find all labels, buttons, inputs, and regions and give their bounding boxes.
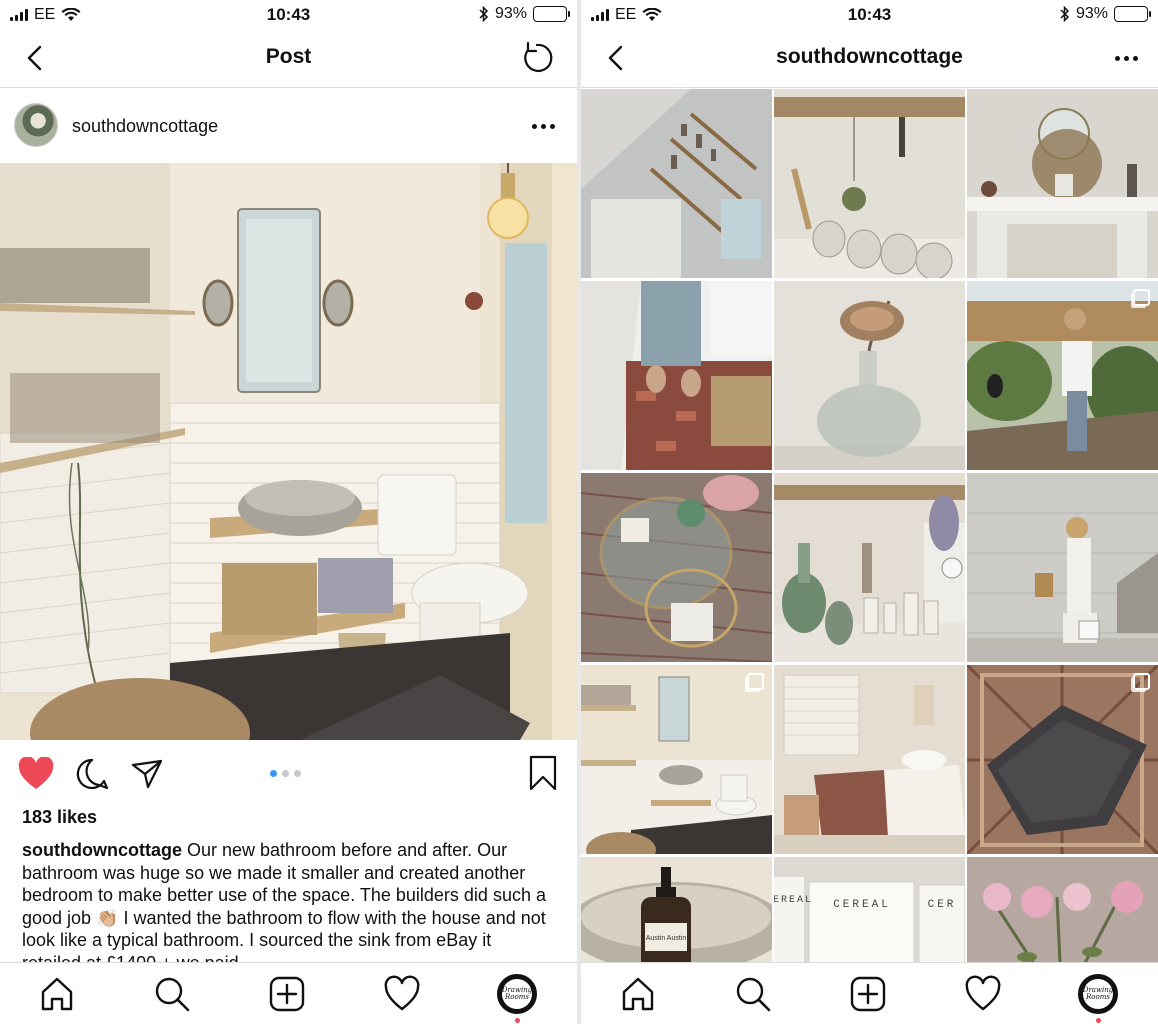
grid-photo-woman-with-dog[interactable] <box>967 281 1158 470</box>
like-count[interactable]: 183 likes <box>22 807 97 828</box>
bathroom-illustration <box>0 163 577 740</box>
grid-photo-glass-table[interactable] <box>581 473 772 662</box>
comment-icon[interactable] <box>75 757 109 791</box>
bookmark-icon[interactable] <box>528 755 558 791</box>
home-icon[interactable] <box>619 975 657 1013</box>
caption-username[interactable]: southdowncottage <box>22 840 182 860</box>
profile-tab-avatar[interactable]: Drawing Rooms <box>1078 974 1118 1014</box>
tab-bar: Drawing Rooms <box>581 962 1158 1024</box>
tab-bar: Drawing Rooms <box>0 962 577 1024</box>
notification-dot <box>1096 1018 1101 1023</box>
grid-photo-bedroom[interactable] <box>774 665 965 854</box>
grid-photo-bottles-on-sill[interactable] <box>774 473 965 662</box>
more-options-icon[interactable] <box>1115 56 1138 61</box>
photo-grid: Austin Austin CEREAL CEREAL CER <box>581 89 1158 962</box>
heart-icon[interactable] <box>18 757 54 791</box>
grid-photo-kitchen-shelves[interactable] <box>581 89 772 278</box>
multi-photo-icon <box>1133 673 1150 690</box>
grid-photo-fireplace-dried-flowers[interactable] <box>967 89 1158 278</box>
avatar[interactable] <box>14 103 58 147</box>
grid-photo-protea-in-vase[interactable] <box>774 281 965 470</box>
post-header: southdowncottage <box>0 89 577 163</box>
grid-photo-mugs-and-plant[interactable] <box>774 89 965 278</box>
status-bar: EE 10:43 93% <box>0 0 577 30</box>
magazine-title-left: CEREAL <box>774 895 813 906</box>
battery-icon <box>533 6 570 22</box>
bluetooth-icon <box>1060 6 1070 22</box>
share-icon[interactable] <box>130 757 164 791</box>
magazine-title-center: CEREAL <box>833 899 891 911</box>
grid-photo-soap-bottle[interactable]: Austin Austin <box>581 857 772 962</box>
battery-icon <box>1114 6 1151 22</box>
profile-tab-avatar[interactable]: Drawing Rooms <box>497 974 537 1014</box>
grid-photo-feet-on-rug[interactable] <box>581 281 772 470</box>
status-bar: EE 10:43 93% <box>581 0 1158 30</box>
page-title: Post <box>265 45 312 68</box>
notification-dot <box>515 1018 520 1023</box>
home-icon[interactable] <box>38 975 76 1013</box>
search-icon[interactable] <box>734 975 772 1013</box>
grid-photo-bathroom[interactable] <box>581 665 772 854</box>
magazine-title-right: CER <box>928 899 957 911</box>
grid-photo-grey-throw-on-rug[interactable] <box>967 665 1158 854</box>
more-options-icon[interactable] <box>532 124 555 129</box>
grid-photo-cereal-magazines[interactable]: CEREAL CEREAL CER <box>774 857 965 962</box>
post-nav-bar: Post <box>0 30 577 88</box>
profile-username-title: southdowncottage <box>776 45 963 68</box>
profile-badge-text: Drawing Rooms <box>502 979 532 1009</box>
grid-photo-peonies[interactable] <box>967 857 1158 962</box>
profile-nav-bar: southdowncottage <box>581 30 1158 88</box>
profile-badge-text: Drawing Rooms <box>1083 979 1113 1009</box>
post-photo[interactable] <box>0 163 577 740</box>
battery-percent: 93% <box>1075 5 1108 22</box>
post-screen: EE 10:43 93% Post southdowncottage 183 l… <box>0 0 577 1024</box>
bottle-label: Austin Austin <box>646 935 687 942</box>
refresh-icon[interactable] <box>519 40 555 76</box>
activity-heart-icon[interactable] <box>964 975 1002 1013</box>
search-icon[interactable] <box>153 975 191 1013</box>
post-username[interactable]: southdowncottage <box>72 116 218 137</box>
grid-photo-woman-against-wall[interactable] <box>967 473 1158 662</box>
carousel-indicator <box>270 770 301 777</box>
activity-heart-icon[interactable] <box>383 975 421 1013</box>
post-actions <box>0 752 577 798</box>
bluetooth-icon <box>479 6 489 22</box>
new-post-icon[interactable] <box>268 975 306 1013</box>
battery-percent: 93% <box>494 5 527 22</box>
new-post-icon[interactable] <box>849 975 887 1013</box>
multi-photo-icon <box>747 673 764 690</box>
profile-screen: EE 10:43 93% southdowncottage Austin Aus… <box>581 0 1158 1024</box>
multi-photo-icon <box>1133 289 1150 306</box>
post-caption: southdowncottage Our new bathroom before… <box>22 839 547 963</box>
